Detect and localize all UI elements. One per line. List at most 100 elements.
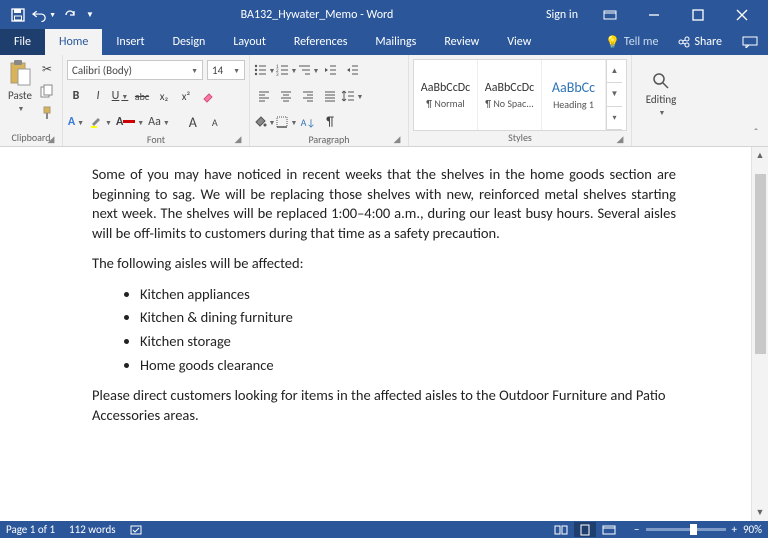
zoom-slider-handle[interactable] bbox=[690, 524, 697, 535]
grow-font-button[interactable]: A bbox=[184, 112, 202, 132]
group-label-styles: Styles◢ bbox=[413, 131, 627, 146]
paragraph-3[interactable]: Please direct customers looking for item… bbox=[92, 386, 676, 425]
qat-customize-icon[interactable]: ▼ bbox=[84, 3, 96, 27]
italic-button[interactable]: I bbox=[89, 86, 107, 106]
paragraph-2[interactable]: The following aisles will be affected: bbox=[92, 254, 676, 274]
tab-layout[interactable]: Layout bbox=[219, 29, 280, 55]
paste-button[interactable]: Paste ▼ bbox=[4, 57, 36, 131]
redo-icon[interactable] bbox=[58, 3, 82, 27]
brush-icon bbox=[40, 106, 54, 120]
decrease-indent-button[interactable] bbox=[320, 60, 340, 80]
find-icon[interactable] bbox=[651, 71, 671, 91]
font-name-select[interactable]: Calibri (Body)▼ bbox=[67, 60, 203, 80]
tab-file[interactable]: File bbox=[0, 29, 45, 55]
outdent-icon bbox=[323, 63, 337, 77]
format-painter-button[interactable] bbox=[37, 103, 57, 123]
paint-bucket-icon bbox=[253, 115, 267, 129]
bullets-button[interactable]: ▼ bbox=[254, 60, 274, 80]
document-area: Some of you may have noticed in recent w… bbox=[0, 147, 768, 521]
save-icon[interactable] bbox=[6, 3, 30, 27]
collapse-ribbon-button[interactable]: ˆ bbox=[748, 126, 764, 142]
shrink-font-button[interactable]: A bbox=[206, 112, 224, 132]
tab-mailings[interactable]: Mailings bbox=[361, 29, 430, 55]
tell-me-search[interactable]: 💡Tell me bbox=[595, 29, 668, 55]
highlight-button[interactable]: ▼ bbox=[89, 112, 112, 132]
close-button[interactable] bbox=[722, 0, 762, 29]
editing-label[interactable]: Editing bbox=[646, 93, 677, 106]
numbering-button[interactable]: 123▼ bbox=[276, 60, 296, 80]
sort-button[interactable]: A↓ bbox=[298, 112, 318, 132]
bullet-list[interactable]: Kitchen appliances Kitchen & dining furn… bbox=[92, 285, 676, 375]
tab-view[interactable]: View bbox=[493, 29, 545, 55]
clipboard-dialog-icon[interactable]: ◢ bbox=[45, 134, 57, 146]
scroll-track[interactable] bbox=[752, 164, 768, 504]
align-right-icon bbox=[301, 89, 315, 103]
read-mode-button[interactable] bbox=[550, 522, 572, 537]
borders-button[interactable]: ▼ bbox=[276, 112, 296, 132]
font-color-button[interactable]: A▼ bbox=[116, 112, 144, 132]
superscript-button[interactable]: x² bbox=[177, 86, 195, 106]
list-item[interactable]: Kitchen appliances bbox=[140, 285, 676, 305]
document-page[interactable]: Some of you may have noticed in recent w… bbox=[64, 147, 704, 521]
style-normal[interactable]: AaBbCcDc¶ Normal bbox=[414, 60, 478, 130]
increase-indent-button[interactable] bbox=[342, 60, 362, 80]
styles-dialog-icon[interactable]: ◢ bbox=[614, 134, 626, 146]
tab-references[interactable]: References bbox=[280, 29, 362, 55]
web-layout-button[interactable] bbox=[598, 522, 620, 537]
font-size-select[interactable]: 14▼ bbox=[207, 60, 245, 80]
share-button[interactable]: Share bbox=[668, 29, 732, 55]
minimize-button[interactable] bbox=[634, 0, 674, 29]
scroll-down-button[interactable]: ▼ bbox=[752, 504, 768, 521]
zoom-in-button[interactable]: + bbox=[732, 523, 737, 536]
styles-gallery[interactable]: AaBbCcDc¶ Normal AaBbCcDc¶ No Spac... Aa… bbox=[413, 59, 627, 131]
ribbon-tabs: File Home Insert Design Layout Reference… bbox=[0, 29, 768, 55]
print-layout-button[interactable] bbox=[574, 522, 596, 537]
word-count[interactable]: 112 words bbox=[69, 523, 116, 536]
maximize-button[interactable] bbox=[678, 0, 718, 29]
font-dialog-icon[interactable]: ◢ bbox=[232, 134, 244, 146]
align-left-button[interactable] bbox=[254, 86, 274, 106]
tab-review[interactable]: Review bbox=[430, 29, 493, 55]
style-heading-1[interactable]: AaBbCcHeading 1 bbox=[542, 60, 606, 130]
underline-button[interactable]: U▼ bbox=[111, 86, 129, 106]
list-item[interactable]: Home goods clearance bbox=[140, 356, 676, 376]
show-marks-button[interactable]: ¶ bbox=[320, 112, 340, 132]
ribbon-display-icon[interactable] bbox=[590, 0, 630, 29]
page-indicator[interactable]: Page 1 of 1 bbox=[6, 523, 55, 536]
clear-formatting-button[interactable] bbox=[199, 86, 217, 106]
list-item[interactable]: Kitchen & dining furniture bbox=[140, 308, 676, 328]
shading-button[interactable]: ▼ bbox=[254, 112, 274, 132]
tab-design[interactable]: Design bbox=[159, 29, 220, 55]
tab-insert[interactable]: Insert bbox=[102, 29, 158, 55]
zoom-level[interactable]: 90% bbox=[743, 523, 762, 536]
scroll-up-button[interactable]: ▲ bbox=[752, 147, 768, 164]
zoom-out-button[interactable]: − bbox=[634, 523, 639, 536]
copy-button[interactable] bbox=[37, 81, 57, 101]
justify-button[interactable] bbox=[320, 86, 340, 106]
line-spacing-button[interactable]: ▼ bbox=[342, 86, 362, 106]
change-case-button[interactable]: Aa▼ bbox=[148, 112, 170, 132]
multilevel-list-button[interactable]: ▼ bbox=[298, 60, 318, 80]
bold-button[interactable]: B bbox=[67, 86, 85, 106]
cut-button[interactable]: ✂ bbox=[37, 59, 57, 79]
tab-home[interactable]: Home bbox=[45, 29, 102, 55]
subscript-button[interactable]: x₂ bbox=[155, 86, 173, 106]
undo-icon[interactable]: ▼ bbox=[32, 3, 56, 27]
scroll-thumb[interactable] bbox=[755, 174, 766, 354]
zoom-slider[interactable] bbox=[646, 528, 726, 531]
sign-in-button[interactable]: Sign in bbox=[538, 8, 586, 22]
bullets-icon bbox=[253, 63, 267, 77]
list-item[interactable]: Kitchen storage bbox=[140, 332, 676, 352]
align-center-button[interactable] bbox=[276, 86, 296, 106]
paragraph-dialog-icon[interactable]: ◢ bbox=[391, 134, 403, 146]
comments-icon[interactable] bbox=[732, 29, 768, 55]
paragraph-1[interactable]: Some of you may have noticed in recent w… bbox=[92, 165, 676, 243]
gallery-scroll[interactable]: ▲▼▾ bbox=[606, 60, 622, 130]
strikethrough-button[interactable]: abc bbox=[133, 86, 151, 106]
text-effects-button[interactable]: A▼ bbox=[67, 112, 85, 132]
align-right-button[interactable] bbox=[298, 86, 318, 106]
proofing-icon[interactable] bbox=[130, 524, 144, 536]
vertical-scrollbar[interactable]: ▲ ▼ bbox=[751, 147, 768, 521]
style-no-spacing[interactable]: AaBbCcDc¶ No Spac... bbox=[478, 60, 542, 130]
group-label-paragraph: Paragraph◢ bbox=[254, 133, 404, 146]
